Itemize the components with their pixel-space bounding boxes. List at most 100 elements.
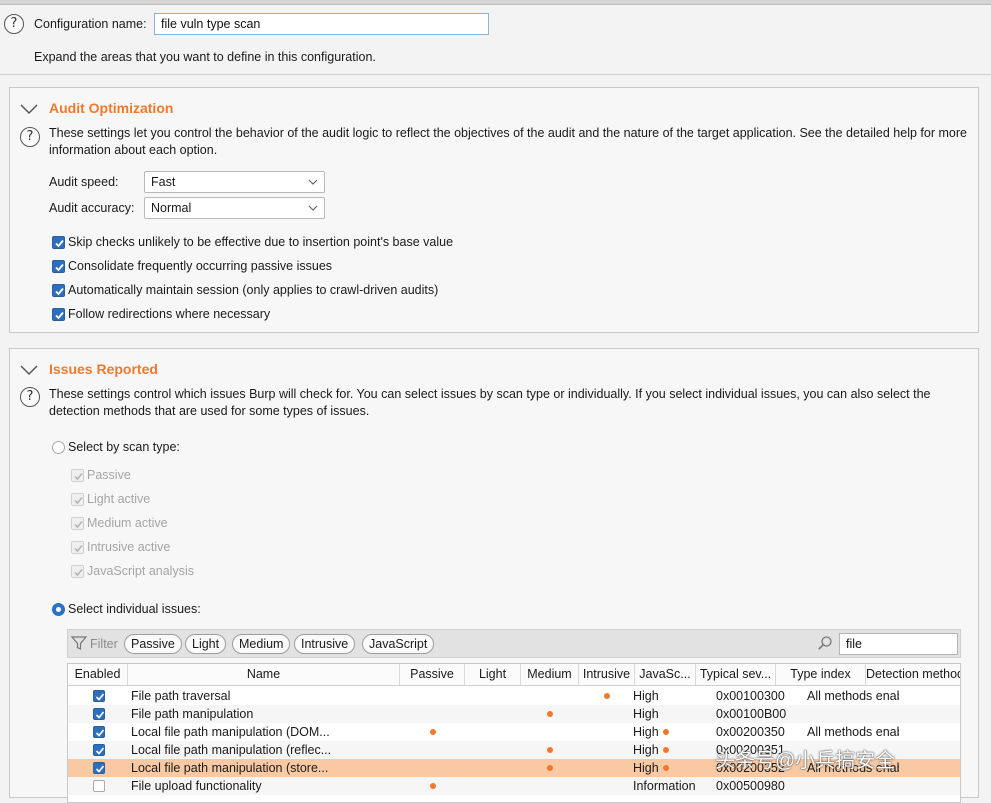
issue-type-index: 0x00200350 bbox=[716, 725, 785, 739]
audit-accuracy-label: Audit accuracy: bbox=[49, 201, 135, 215]
scan-type-light-label: Light active bbox=[87, 492, 151, 506]
maintain-session-label: Automatically maintain session (only app… bbox=[68, 283, 439, 297]
row-enabled-checkbox[interactable] bbox=[93, 726, 105, 738]
issue-name: File path manipulation bbox=[131, 707, 254, 721]
filter-icon[interactable] bbox=[71, 635, 87, 651]
scan-type-dot-passive bbox=[429, 729, 436, 735]
table-row[interactable]: File upload functionality Information 0x00… bbox=[68, 777, 960, 795]
skip-checks-checkbox[interactable] bbox=[52, 236, 65, 249]
filter-pill-medium[interactable]: Medium bbox=[232, 634, 291, 654]
issue-severity: High bbox=[633, 689, 659, 703]
row-enabled-checkbox[interactable] bbox=[93, 690, 105, 702]
issue-severity: High bbox=[633, 761, 659, 775]
issue-detection-methods bbox=[807, 777, 899, 795]
filter-pill-intrusive[interactable]: Intrusive bbox=[294, 634, 356, 654]
column-header-intrusive[interactable]: Intrusive bbox=[579, 664, 635, 686]
table-row[interactable]: Local file path manipulation (DOM... High… bbox=[68, 723, 960, 741]
scan-type-passive-label: Passive bbox=[87, 468, 131, 482]
issue-name: Local file path manipulation (DOM... bbox=[131, 725, 330, 739]
issue-detection-methods: All methods enabled bbox=[807, 689, 899, 703]
column-header-detection-methods[interactable]: Detection methods bbox=[866, 664, 960, 686]
help-icon[interactable]: ? bbox=[20, 387, 40, 407]
audit-optimization-description: These settings let you control the behav… bbox=[49, 126, 967, 157]
audit-optimization-title[interactable]: Audit Optimization bbox=[49, 100, 173, 116]
consolidate-passive-checkbox[interactable] bbox=[52, 260, 65, 273]
issue-type-index: 0x00500980 bbox=[716, 779, 785, 793]
config-name-input[interactable] bbox=[154, 13, 489, 35]
scan-type-javascript-checkbox[interactable] bbox=[71, 565, 84, 578]
scan-type-dot-javascript bbox=[662, 729, 669, 735]
expand-hint: Expand the areas that you want to define… bbox=[34, 50, 376, 64]
scan-type-intrusive-checkbox[interactable] bbox=[71, 541, 84, 554]
column-header-medium[interactable]: Medium bbox=[521, 664, 579, 686]
help-icon[interactable]: ? bbox=[4, 14, 24, 34]
issues-reported-title[interactable]: Issues Reported bbox=[49, 361, 158, 377]
follow-redirections-checkbox[interactable] bbox=[52, 308, 65, 321]
audit-speed-select[interactable]: Fast bbox=[144, 171, 325, 193]
table-row[interactable]: File path manipulation High 0x00100B00 bbox=[68, 705, 960, 723]
watermark-text: 头条号@小兵搞安全 bbox=[715, 750, 896, 772]
consolidate-passive-label: Consolidate frequently occurring passive… bbox=[68, 259, 333, 273]
issue-name: Local file path manipulation (reflec... bbox=[131, 743, 332, 757]
filter-pill-light[interactable]: Light bbox=[185, 634, 227, 654]
scan-type-passive-checkbox[interactable] bbox=[71, 469, 84, 482]
scan-type-dot-javascript bbox=[662, 765, 669, 771]
select-by-scan-type-label: Select by scan type: bbox=[68, 440, 180, 454]
row-enabled-checkbox[interactable] bbox=[93, 780, 105, 792]
issue-type-index: 0x00100B00 bbox=[716, 707, 787, 721]
config-name-label: Configuration name: bbox=[34, 17, 147, 31]
column-header-passive[interactable]: Passive bbox=[400, 664, 465, 686]
scan-type-dot-medium bbox=[547, 765, 553, 771]
column-header-light[interactable]: Light bbox=[465, 664, 521, 686]
select-by-scan-type-radio[interactable] bbox=[52, 441, 65, 454]
scan-type-javascript-label: JavaScript analysis bbox=[87, 564, 194, 578]
scan-type-dot-intrusive bbox=[604, 693, 610, 699]
column-header-javascript[interactable]: JavaSc... bbox=[635, 664, 696, 686]
help-icon[interactable]: ? bbox=[20, 127, 40, 147]
issue-severity: High bbox=[633, 707, 659, 721]
issue-search-input[interactable] bbox=[839, 633, 958, 655]
column-header-enabled[interactable]: Enabled bbox=[68, 664, 128, 686]
select-individual-issues-radio[interactable] bbox=[52, 603, 65, 616]
scan-type-dot-javascript bbox=[662, 747, 669, 753]
scan-type-medium-checkbox[interactable] bbox=[71, 517, 84, 530]
follow-redirections-label: Follow redirections where necessary bbox=[68, 307, 271, 321]
audit-accuracy-select[interactable]: Normal bbox=[144, 197, 325, 219]
row-enabled-checkbox[interactable] bbox=[93, 744, 105, 756]
chevron-down-icon bbox=[308, 179, 318, 185]
filter-pill-javascript[interactable]: JavaScript bbox=[362, 634, 435, 654]
select-individual-issues-label: Select individual issues: bbox=[68, 602, 201, 616]
issue-name: File path traversal bbox=[131, 689, 231, 703]
issue-type-index: 0x00100300 bbox=[716, 689, 785, 703]
scan-type-intrusive-label: Intrusive active bbox=[87, 540, 171, 554]
issues-reported-description: These settings control which issues Burp… bbox=[49, 387, 931, 418]
row-enabled-checkbox[interactable] bbox=[93, 762, 105, 774]
issue-severity: High bbox=[633, 743, 659, 757]
filter-label: Filter bbox=[90, 637, 118, 651]
maintain-session-checkbox[interactable] bbox=[52, 284, 65, 297]
audit-speed-label: Audit speed: bbox=[49, 175, 119, 189]
column-header-name[interactable]: Name bbox=[128, 664, 400, 686]
scan-type-dot-medium bbox=[547, 747, 553, 753]
search-icon bbox=[818, 636, 832, 650]
filter-pill-passive[interactable]: Passive bbox=[124, 634, 182, 654]
column-header-severity[interactable]: Typical sev... bbox=[696, 664, 776, 686]
scan-type-medium-label: Medium active bbox=[87, 516, 168, 530]
chevron-down-icon[interactable] bbox=[19, 103, 39, 115]
issue-name: Local file path manipulation (store... bbox=[131, 761, 329, 775]
issue-detection-methods bbox=[807, 705, 899, 723]
chevron-down-icon[interactable] bbox=[19, 364, 39, 376]
header-divider bbox=[0, 74, 991, 75]
table-row[interactable]: File path traversal High 0x00100300 All met… bbox=[68, 687, 960, 705]
audit-speed-value: Fast bbox=[151, 175, 176, 189]
issue-severity: High bbox=[633, 725, 659, 739]
issue-severity: Information bbox=[633, 779, 696, 793]
row-enabled-checkbox[interactable] bbox=[93, 708, 105, 720]
issues-table: Enabled Name Passive Light Medium Intrus… bbox=[67, 663, 961, 803]
column-header-type-index[interactable]: Type index bbox=[776, 664, 866, 686]
scan-type-light-checkbox[interactable] bbox=[71, 493, 84, 506]
issue-detection-methods: All methods enabled bbox=[807, 725, 899, 739]
window-top-edge bbox=[0, 0, 991, 5]
scan-type-dot-passive bbox=[429, 783, 436, 789]
scan-type-dot-medium bbox=[547, 711, 553, 717]
